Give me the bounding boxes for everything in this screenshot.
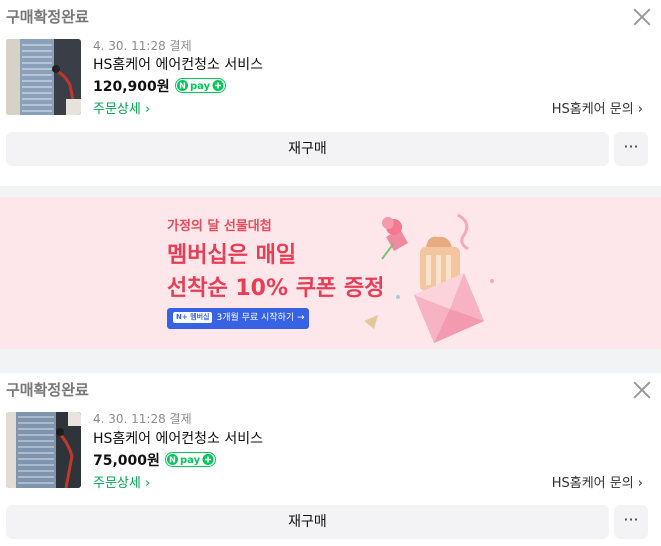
rebuy-button[interactable]: 재구매 — [6, 505, 609, 539]
order-detail-link[interactable]: 주문상세 › — [93, 98, 150, 117]
close-icon[interactable] — [633, 381, 651, 399]
cta-label: 3개월 무료 시작하기 → — [216, 313, 305, 323]
banner-headline-2: 선착순 10% 쿠폰 증정 — [167, 276, 385, 301]
npay-text: pay — [190, 81, 211, 92]
npay-badge: Npay — [174, 77, 226, 97]
product-thumbnail[interactable] — [6, 39, 81, 115]
banner-headline-1: 멤버십은 매일 — [167, 243, 297, 268]
svg-text:N: N — [169, 455, 176, 464]
order-status: 구매확정완료 — [6, 8, 89, 26]
more-options-button[interactable]: ··· — [614, 505, 648, 539]
more-options-button[interactable]: ··· — [614, 132, 648, 166]
npay-badge: Npay — [164, 451, 216, 471]
product-title[interactable]: HS홈케어 에어컨청소 서비스 — [93, 428, 263, 448]
price-value: 120,900원 — [93, 79, 170, 95]
close-icon[interactable] — [633, 8, 651, 26]
order-card: 구매확정완료 4. 30. 11:28 결제 HS홈케어 에어컨청소 서비스 1… — [0, 0, 661, 186]
membership-cta-button[interactable]: N+ 멤버십 3개월 무료 시작하기 → — [167, 308, 309, 329]
svg-text:N: N — [179, 81, 186, 90]
seller-inquiry-link[interactable]: HS홈케어 문의 › — [552, 98, 643, 117]
npay-text: pay — [180, 455, 201, 466]
product-title[interactable]: HS홈케어 에어컨청소 서비스 — [93, 54, 263, 74]
order-price: 120,900원 Npay — [93, 76, 226, 97]
banner-kicker: 가정의 달 선물대첩 — [167, 219, 272, 234]
order-card: 구매확정완료 4. 30. 11:28 결제 HS홈케어 에어컨청소 서비스 7… — [0, 373, 661, 546]
membership-badge: N+ 멤버십 — [173, 312, 213, 323]
price-value: 75,000원 — [93, 453, 160, 469]
order-detail-link[interactable]: 주문상세 › — [93, 472, 150, 491]
seller-inquiry-link[interactable]: HS홈케어 문의 › — [552, 472, 643, 491]
order-date: 4. 30. 11:28 결제 — [93, 39, 192, 53]
product-thumbnail[interactable] — [6, 412, 81, 488]
rebuy-button[interactable]: 재구매 — [6, 132, 609, 166]
order-date: 4. 30. 11:28 결제 — [93, 412, 192, 426]
order-price: 75,000원 Npay — [93, 450, 216, 471]
membership-promo-banner[interactable]: 가정의 달 선물대첩 멤버십은 매일 선착순 10% 쿠폰 증정 N+ 멤버십 3… — [0, 197, 661, 349]
order-status: 구매확정완료 — [6, 381, 89, 399]
